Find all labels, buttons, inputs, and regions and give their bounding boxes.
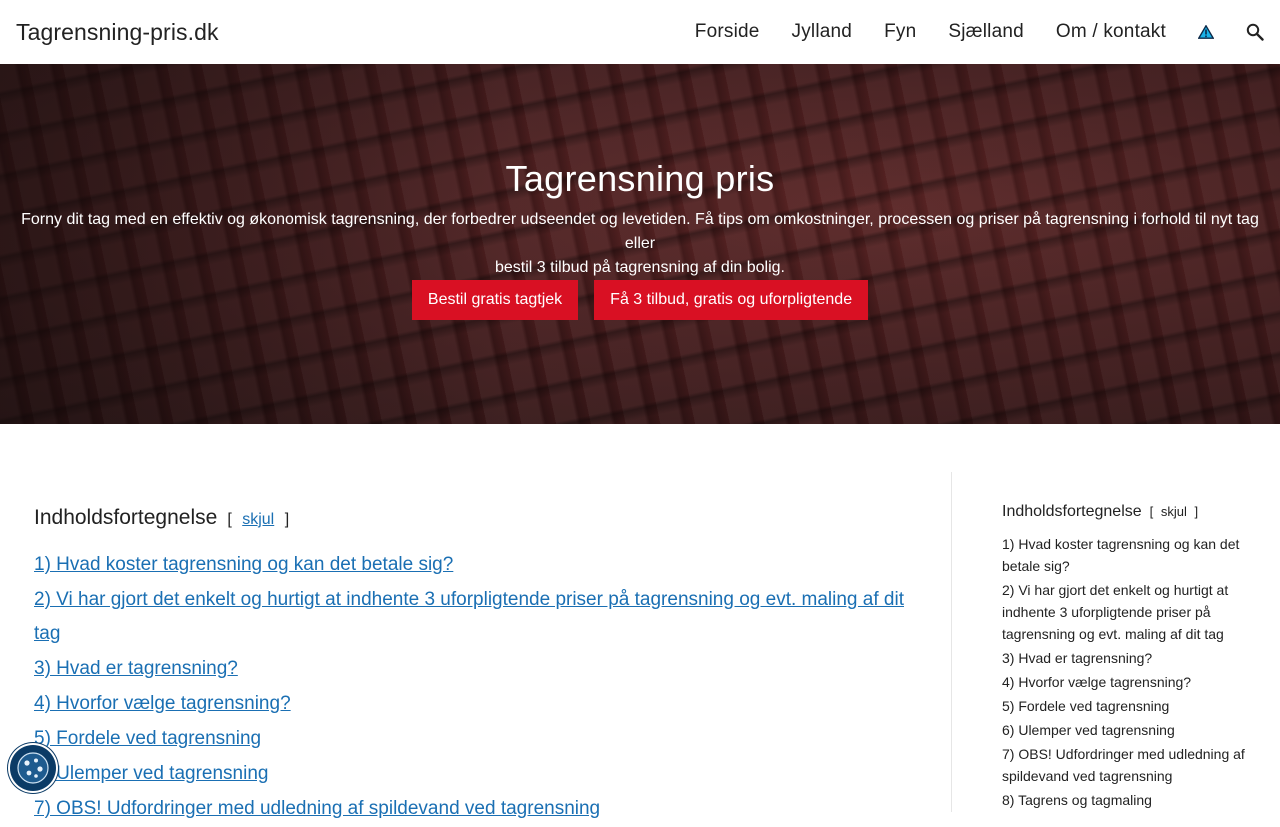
- sidebar-toc-item: 3) Hvad er tagrensning?: [1002, 647, 1252, 669]
- sidebar-toc-link-7[interactable]: 7) OBS! Udfordringer med udledning af sp…: [1002, 746, 1245, 784]
- hero-content: Tagrensning pris Forny dit tag med en ef…: [0, 64, 1280, 424]
- toc-item: 4) Hvorfor vælge tagrensning?: [34, 687, 914, 721]
- sidebar-toc-hide-link[interactable]: skjul: [1161, 504, 1187, 519]
- sidebar-toc-link-8[interactable]: 8) Tagrens og tagmaling: [1002, 792, 1152, 808]
- site-header: Tagrensning-pris.dk Forside Jylland Fyn …: [0, 0, 1280, 64]
- cookie-settings-button[interactable]: [10, 745, 56, 791]
- toc-item: 6) Ulemper ved tagrensning: [34, 757, 914, 791]
- sidebar-table-of-contents: Indholdsfortegnelse [ skjul ] 1) Hvad ko…: [1002, 503, 1252, 813]
- main-nav: Forside Jylland Fyn Sjælland Om / kontak…: [695, 0, 1264, 64]
- sidebar-toc-list: 1) Hvad koster tagrensning og kan det be…: [1002, 533, 1252, 811]
- toc-header: Indholdsfortegnelse [ skjul ]: [34, 506, 914, 534]
- toc-item: 1) Hvad koster tagrensning og kan det be…: [34, 548, 914, 582]
- toc-link-4[interactable]: 4) Hvorfor vælge tagrensning?: [34, 693, 291, 714]
- toc-item: 3) Hvad er tagrensning?: [34, 652, 914, 686]
- nav-item-om-kontakt[interactable]: Om / kontakt: [1056, 21, 1166, 43]
- toc-link-2[interactable]: 2) Vi har gjort det enkelt og hurtigt at…: [34, 589, 904, 644]
- warning-icon[interactable]: [1198, 25, 1214, 39]
- hero-title: Tagrensning pris: [505, 158, 775, 199]
- toc-toggle: [ skjul ]: [227, 511, 289, 529]
- cookie-icon: [17, 752, 49, 784]
- sidebar-toc-header: Indholdsfortegnelse [ skjul ]: [1002, 503, 1252, 525]
- sidebar-toc-bracket-close: ]: [1194, 504, 1199, 519]
- toc-list: 1) Hvad koster tagrensning og kan det be…: [34, 548, 914, 826]
- nav-item-sjaelland[interactable]: Sjælland: [948, 21, 1024, 43]
- nav-item-forside[interactable]: Forside: [695, 21, 760, 43]
- order-roof-check-button[interactable]: Bestil gratis tagtjek: [411, 280, 579, 320]
- sidebar-toc-item: 4) Hvorfor vælge tagrensning?: [1002, 671, 1252, 693]
- toc-link-1[interactable]: 1) Hvad koster tagrensning og kan det be…: [34, 554, 453, 575]
- hero-banner: Tagrensning pris Forny dit tag med en ef…: [0, 64, 1280, 424]
- sidebar-toc-title: Indholdsfortegnelse: [1002, 503, 1142, 520]
- sidebar-toc-link-5[interactable]: 5) Fordele ved tagrensning: [1002, 698, 1169, 714]
- toc-link-3[interactable]: 3) Hvad er tagrensning?: [34, 658, 238, 679]
- site-title[interactable]: Tagrensning-pris.dk: [16, 19, 219, 46]
- sidebar-toc-link-4[interactable]: 4) Hvorfor vælge tagrensning?: [1002, 674, 1191, 690]
- sidebar-toc-item: 5) Fordele ved tagrensning: [1002, 695, 1252, 717]
- sidebar-toc-item: 1) Hvad koster tagrensning og kan det be…: [1002, 533, 1252, 577]
- sidebar-divider: [951, 472, 952, 812]
- sidebar-toc-item: 6) Ulemper ved tagrensning: [1002, 719, 1252, 741]
- toc-item: 7) OBS! Udfordringer med udledning af sp…: [34, 792, 914, 826]
- table-of-contents: Indholdsfortegnelse [ skjul ] 1) Hvad ko…: [34, 506, 914, 827]
- toc-link-5[interactable]: 5) Fordele ved tagrensning: [34, 728, 261, 749]
- toc-bracket-close: ]: [284, 511, 290, 528]
- toc-item: 2) Vi har gjort det enkelt og hurtigt at…: [34, 583, 914, 651]
- nav-item-jylland[interactable]: Jylland: [792, 21, 853, 43]
- sidebar-toc-item: 8) Tagrens og tagmaling: [1002, 789, 1252, 811]
- hero-subtitle: Forny dit tag med en effektiv og økonomi…: [0, 208, 1280, 280]
- hero-subtitle-line2: bestil 3 tilbud på tagrensning af din bo…: [495, 259, 785, 276]
- toc-bracket-open: [: [227, 511, 232, 528]
- toc-hide-link[interactable]: skjul: [242, 511, 274, 528]
- sidebar-toc-link-1[interactable]: 1) Hvad koster tagrensning og kan det be…: [1002, 536, 1239, 574]
- sidebar-toc-item: 2) Vi har gjort det enkelt og hurtigt at…: [1002, 579, 1252, 645]
- get-3-quotes-button[interactable]: Få 3 tilbud, gratis og uforpligtende: [594, 280, 869, 320]
- hero-subtitle-line1: Forny dit tag med en effektiv og økonomi…: [21, 211, 1259, 252]
- sidebar-toc-item: 7) OBS! Udfordringer med udledning af sp…: [1002, 743, 1252, 787]
- sidebar-toc-bracket-open: [: [1149, 504, 1154, 519]
- hero-buttons: Bestil gratis tagtjek Få 3 tilbud, grati…: [0, 280, 1280, 320]
- toc-title: Indholdsfortegnelse: [34, 506, 218, 529]
- sidebar-toc-link-3[interactable]: 3) Hvad er tagrensning?: [1002, 650, 1152, 666]
- toc-link-7[interactable]: 7) OBS! Udfordringer med udledning af sp…: [34, 798, 600, 819]
- sidebar-toc-link-6[interactable]: 6) Ulemper ved tagrensning: [1002, 722, 1175, 738]
- toc-link-6[interactable]: 6) Ulemper ved tagrensning: [34, 763, 268, 784]
- search-icon[interactable]: [1246, 23, 1264, 41]
- nav-item-fyn[interactable]: Fyn: [884, 21, 916, 43]
- toc-item: 5) Fordele ved tagrensning: [34, 722, 914, 756]
- sidebar-toc-toggle: [ skjul ]: [1150, 504, 1199, 519]
- sidebar-toc-link-2[interactable]: 2) Vi har gjort det enkelt og hurtigt at…: [1002, 582, 1228, 642]
